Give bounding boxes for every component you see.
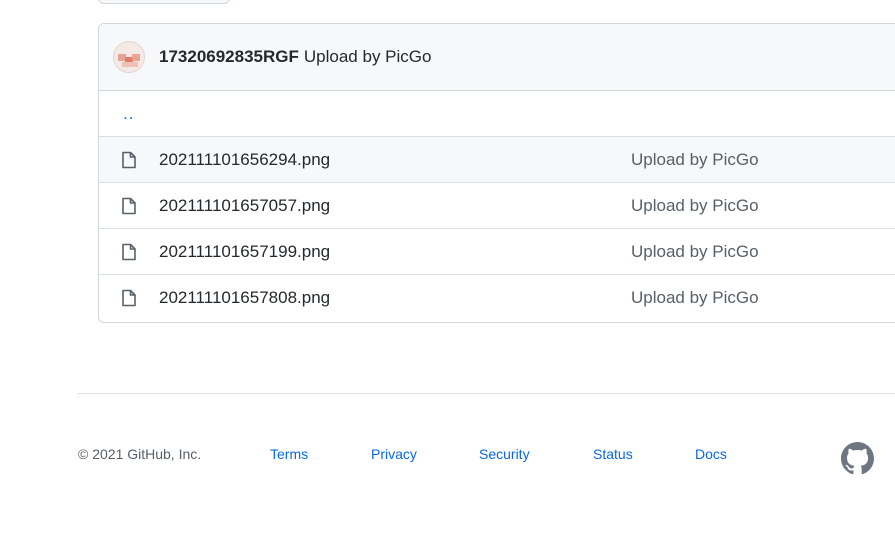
- file-commit-link[interactable]: Upload by PicGo: [631, 242, 759, 262]
- file-commit-link[interactable]: Upload by PicGo: [631, 288, 759, 308]
- footer-copyright: © 2021 GitHub, Inc.: [78, 446, 202, 462]
- avatar[interactable]: [113, 41, 145, 73]
- commit-message-link[interactable]: Upload by PicGo: [304, 47, 432, 67]
- footer-link-security[interactable]: Security: [479, 446, 530, 462]
- file-commit-link[interactable]: Upload by PicGo: [631, 150, 759, 170]
- file-icon: [122, 197, 136, 215]
- file-icon: [122, 243, 136, 261]
- commit-author-link[interactable]: 17320692835RGF: [159, 47, 299, 67]
- footer-link-terms[interactable]: Terms: [270, 446, 308, 462]
- footer-link-status[interactable]: Status: [593, 446, 633, 462]
- github-logo-icon[interactable]: [841, 442, 874, 475]
- file-browser: 17320692835RGF Upload by PicGo .. 202111…: [98, 23, 895, 323]
- parent-directory-row: ..: [99, 91, 895, 136]
- branch-select-button[interactable]: [98, 0, 230, 4]
- file-name-link[interactable]: 202111101657808.png: [159, 288, 330, 308]
- file-row: 202111101657057.png Upload by PicGo: [99, 182, 895, 228]
- file-name-link[interactable]: 202111101656294.png: [159, 150, 330, 170]
- footer-link-privacy[interactable]: Privacy: [371, 446, 417, 462]
- file-commit-link[interactable]: Upload by PicGo: [631, 196, 759, 216]
- file-icon: [122, 289, 136, 307]
- file-row: 202111101656294.png Upload by PicGo: [99, 136, 895, 182]
- file-icon: [122, 151, 136, 169]
- file-row: 202111101657808.png Upload by PicGo: [99, 274, 895, 320]
- parent-directory-link[interactable]: ..: [123, 104, 134, 124]
- footer-link-docs[interactable]: Docs: [695, 446, 727, 462]
- latest-commit-bar: 17320692835RGF Upload by PicGo: [99, 24, 895, 91]
- footer-divider: [78, 393, 895, 394]
- file-row: 202111101657199.png Upload by PicGo: [99, 228, 895, 274]
- file-name-link[interactable]: 202111101657057.png: [159, 196, 330, 216]
- file-name-link[interactable]: 202111101657199.png: [159, 242, 330, 262]
